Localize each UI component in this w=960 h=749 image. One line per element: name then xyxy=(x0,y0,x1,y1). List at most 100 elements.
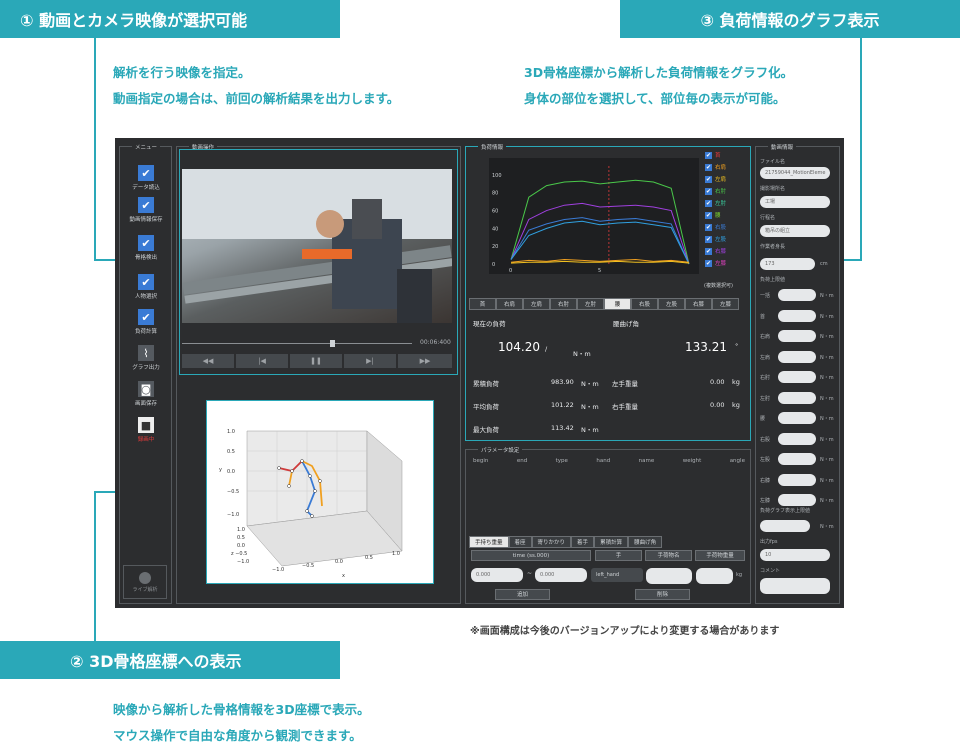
checkbox-icon[interactable]: ✔ xyxy=(138,235,154,251)
begin-time-input[interactable]: 0.000 xyxy=(471,568,523,582)
comment-label: コメント xyxy=(760,568,781,574)
checkbox-icon[interactable]: ✔ xyxy=(705,259,712,267)
legend-item[interactable]: ✔ 左股 xyxy=(705,235,726,243)
body-tab[interactable]: 左肘 xyxy=(577,298,604,310)
limit-input[interactable] xyxy=(778,432,816,445)
checkbox-icon[interactable]: ✔ xyxy=(705,163,712,171)
body-tab[interactable]: 首 xyxy=(469,298,496,310)
legend-item[interactable]: ✔ 左膝 xyxy=(705,259,726,267)
param-tab[interactable]: 着座 xyxy=(508,536,532,548)
menu-item-load-calc[interactable]: ✔ 負荷計算 xyxy=(117,309,175,335)
body-tab[interactable]: 右股 xyxy=(631,298,658,310)
pause-button[interactable]: ❚❚ xyxy=(290,354,342,368)
video-time: 00:06:400 xyxy=(420,339,451,346)
live-analysis-button[interactable]: ライブ解析 xyxy=(123,565,167,599)
file-name-input[interactable]: 21759044_MotionEleme xyxy=(760,167,830,179)
place-input[interactable]: 工場 xyxy=(760,196,830,208)
menu-item-record[interactable]: ■ 録画中 xyxy=(117,417,175,443)
hand-select[interactable]: left_hand xyxy=(591,568,643,582)
body-tab[interactable]: 左膝 xyxy=(712,298,739,310)
camera-icon[interactable]: ◙ xyxy=(138,381,154,397)
body-tab[interactable]: 右肩 xyxy=(496,298,523,310)
next-button[interactable]: ▶| xyxy=(344,354,396,368)
rewind-button[interactable]: ◀◀ xyxy=(182,354,234,368)
limit-input[interactable] xyxy=(778,494,816,506)
forward-button[interactable]: ▶▶ xyxy=(398,354,452,368)
graph-limit-input[interactable] xyxy=(760,520,810,532)
legend-item[interactable]: ✔ 左肩 xyxy=(705,175,726,183)
baggage-weight-input[interactable] xyxy=(696,568,733,584)
param-tab[interactable]: 腰曲げ角 xyxy=(628,536,663,548)
checkbox-icon[interactable]: ✔ xyxy=(138,309,154,325)
work-input[interactable]: 箱吊の組立 xyxy=(760,225,830,237)
limit-input[interactable] xyxy=(778,350,816,363)
checkbox-icon[interactable]: ✔ xyxy=(705,187,712,195)
legend-item[interactable]: ✔ 右膝 xyxy=(705,247,726,255)
legend-item[interactable]: ✔ 右股 xyxy=(705,223,726,231)
limit-input[interactable] xyxy=(778,412,816,424)
degree-symbol: ° xyxy=(735,342,739,350)
limit-unit: N・m xyxy=(820,293,834,299)
legend-label: 右股 xyxy=(715,225,727,231)
fps-input[interactable]: 10 xyxy=(760,549,830,561)
menu-item-data-load[interactable]: ✔ データ読込 xyxy=(117,165,175,191)
menu-item-person-select[interactable]: ✔ 人物選択 xyxy=(117,274,175,300)
checkbox-icon[interactable]: ✔ xyxy=(138,197,154,213)
body-tab[interactable]: 右膝 xyxy=(685,298,712,310)
param-tab[interactable]: 着手 xyxy=(571,536,595,548)
limit-input[interactable] xyxy=(778,289,816,301)
legend-item[interactable]: ✔ 腰 xyxy=(705,211,721,219)
checkbox-icon[interactable]: ✔ xyxy=(705,211,712,219)
delete-button[interactable]: 削除 xyxy=(635,589,690,600)
callout-2-desc: 映像から解析した骨格情報を3D座標で表示。 マウス操作で自由な角度から観測できま… xyxy=(113,697,370,749)
load-chart[interactable]: 100 80 60 40 20 0 0 5 xyxy=(489,158,699,274)
checkbox-icon[interactable]: ✔ xyxy=(705,247,712,255)
checkbox-icon[interactable]: ✔ xyxy=(705,175,712,183)
checkbox-icon[interactable]: ✔ xyxy=(138,165,154,181)
video-timeline[interactable] xyxy=(182,343,412,344)
limit-input[interactable] xyxy=(778,453,816,465)
checkbox-icon[interactable]: ✔ xyxy=(705,235,712,243)
param-tab[interactable]: 寄りかかり xyxy=(531,536,572,548)
limit-input[interactable] xyxy=(778,473,816,486)
param-tab[interactable]: 手持ち重量 xyxy=(469,536,509,548)
video-frame[interactable] xyxy=(182,169,453,323)
limit-input[interactable] xyxy=(778,309,816,322)
menu-item-video-info-save[interactable]: ✔ 動画情報保存 xyxy=(117,197,175,223)
limit-input[interactable] xyxy=(778,371,816,383)
legend-label: 右肩 xyxy=(715,165,727,171)
legend-item[interactable]: ✔ 左肘 xyxy=(705,199,726,207)
checkbox-icon[interactable]: ✔ xyxy=(705,199,712,207)
prev-button[interactable]: |◀ xyxy=(236,354,288,368)
limit-input[interactable] xyxy=(778,391,816,404)
checkbox-icon[interactable]: ✔ xyxy=(138,274,154,290)
limit-input[interactable] xyxy=(778,330,816,342)
legend-item[interactable]: ✔ 右肩 xyxy=(705,163,726,171)
baggage-name-input[interactable] xyxy=(646,568,692,584)
video-camera-icon[interactable]: ■ xyxy=(138,417,154,433)
add-button[interactable]: 追加 xyxy=(495,589,550,600)
legend-item[interactable]: ✔ 右肘 xyxy=(705,187,726,195)
timeline-handle[interactable] xyxy=(330,340,335,347)
body-tab[interactable]: 左股 xyxy=(658,298,685,310)
body-tab[interactable]: 左肩 xyxy=(523,298,550,310)
menu-item-label: 骨格検出 xyxy=(134,255,157,261)
menu-item-skeleton-detect[interactable]: ✔ 骨格検出 xyxy=(117,235,175,261)
body-tab[interactable]: 右肘 xyxy=(550,298,577,310)
legend-item[interactable]: ✔ 首 xyxy=(705,151,721,159)
end-time-input[interactable]: 0.000 xyxy=(535,568,587,582)
limit-row-label: 右股 xyxy=(760,436,771,443)
limit-row-label: 左肩 xyxy=(760,354,771,361)
comment-input[interactable] xyxy=(760,578,830,594)
svg-text:y: y xyxy=(219,467,222,473)
checkbox-icon[interactable]: ✔ xyxy=(705,223,712,231)
checkbox-icon[interactable]: ✔ xyxy=(705,151,712,159)
graph-icon[interactable]: ⌇ xyxy=(138,345,154,361)
body-tab[interactable]: 腰 xyxy=(604,298,631,310)
param-tab[interactable]: 累積計算 xyxy=(594,536,629,548)
skeleton-3d-view[interactable]: 1.0 0.5 0.0 −0.5 −1.0 y 1.0 0.5 0.0 z −0.5 −1.0 … xyxy=(206,400,434,584)
menu-item-graph-output[interactable]: ⌇ グラフ出力 xyxy=(117,345,175,371)
y-tick-label: 100 xyxy=(492,173,502,179)
menu-item-screen-save[interactable]: ◙ 画面保存 xyxy=(117,381,175,407)
height-input[interactable]: 173 xyxy=(760,258,815,270)
